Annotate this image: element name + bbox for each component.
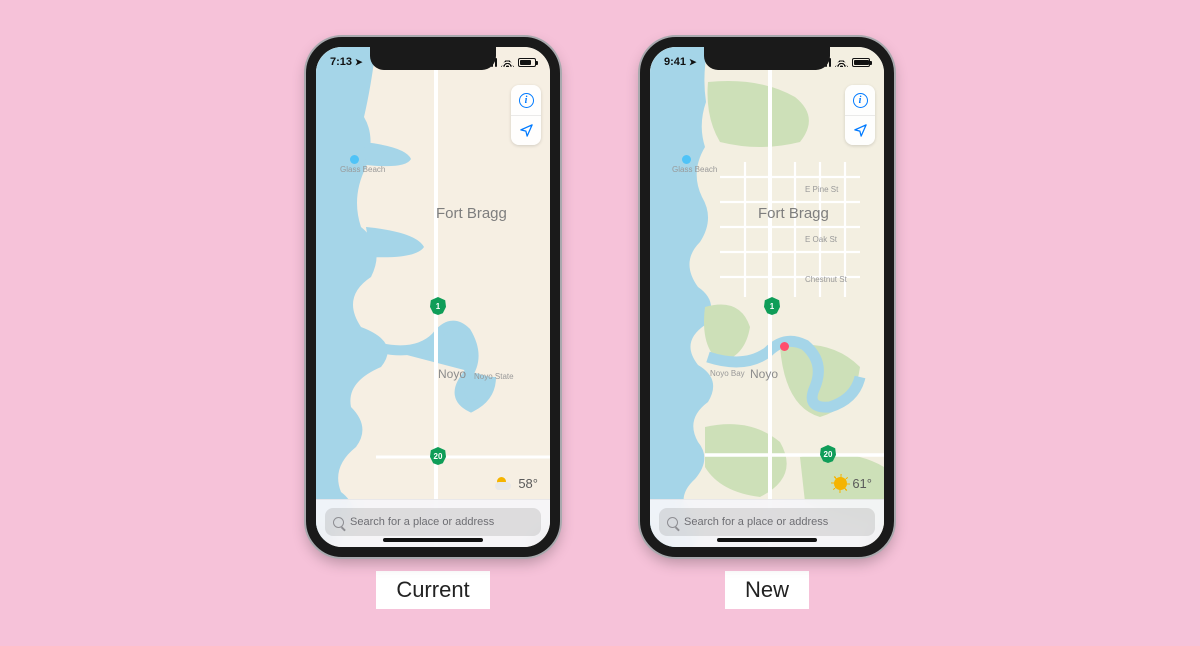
weather-widget[interactable]: 58° [495, 476, 538, 491]
location-arrow-icon [519, 123, 534, 138]
info-icon: i [853, 93, 868, 108]
search-input[interactable]: Search for a place or address [325, 508, 541, 536]
partly-cloudy-icon [495, 477, 513, 490]
panel-new: 9:41 ➤ [640, 37, 894, 609]
map-controls: i [845, 85, 875, 145]
map-locate-button[interactable] [511, 115, 541, 145]
poi-glass-beach-icon[interactable] [350, 155, 359, 164]
poi-hospital-icon[interactable] [780, 342, 789, 351]
label-chestnut-st: Chestnut St [805, 275, 847, 284]
panel-current: 7:13 ➤ [306, 37, 560, 609]
label-noyo: Noyo [438, 367, 466, 381]
label-glass-beach: Glass Beach [340, 165, 385, 174]
search-placeholder: Search for a place or address [350, 516, 494, 528]
label-fort-bragg: Fort Bragg [758, 205, 829, 222]
home-indicator[interactable] [383, 538, 483, 542]
sun-icon [834, 477, 847, 490]
caption-new: New [725, 571, 809, 609]
status-time: 9:41 [664, 56, 686, 68]
battery-icon [518, 58, 536, 67]
map-info-button[interactable]: i [511, 85, 541, 115]
location-arrow-icon [853, 123, 868, 138]
search-input[interactable]: Search for a place or address [659, 508, 875, 536]
device-notch [704, 46, 830, 70]
label-glass-beach: Glass Beach [672, 165, 717, 174]
label-oak-st: E Oak St [805, 235, 837, 244]
label-noyo: Noyo [750, 367, 778, 381]
map-controls: i [511, 85, 541, 145]
location-services-icon: ➤ [355, 57, 363, 68]
location-services-icon: ➤ [689, 57, 697, 68]
label-fort-bragg: Fort Bragg [436, 205, 507, 222]
phone-current: 7:13 ➤ [306, 37, 560, 557]
poi-glass-beach-icon[interactable] [682, 155, 691, 164]
label-noyo-bay: Noyo Bay [710, 369, 745, 378]
search-icon [667, 517, 678, 528]
label-noyo-state: Noyo State [474, 372, 514, 381]
caption-current: Current [376, 571, 489, 609]
weather-temp: 61° [852, 476, 872, 491]
search-icon [333, 517, 344, 528]
wifi-icon [835, 57, 848, 67]
label-pine-st: E Pine St [805, 185, 838, 194]
device-notch [370, 46, 496, 70]
status-time: 7:13 [330, 56, 352, 68]
home-indicator[interactable] [717, 538, 817, 542]
phone-new: 9:41 ➤ [640, 37, 894, 557]
weather-temp: 58° [518, 476, 538, 491]
info-icon: i [519, 93, 534, 108]
map-locate-button[interactable] [845, 115, 875, 145]
wifi-icon [501, 57, 514, 67]
weather-widget[interactable]: 61° [834, 476, 872, 491]
map-info-button[interactable]: i [845, 85, 875, 115]
search-placeholder: Search for a place or address [684, 516, 828, 528]
battery-icon [852, 58, 870, 67]
